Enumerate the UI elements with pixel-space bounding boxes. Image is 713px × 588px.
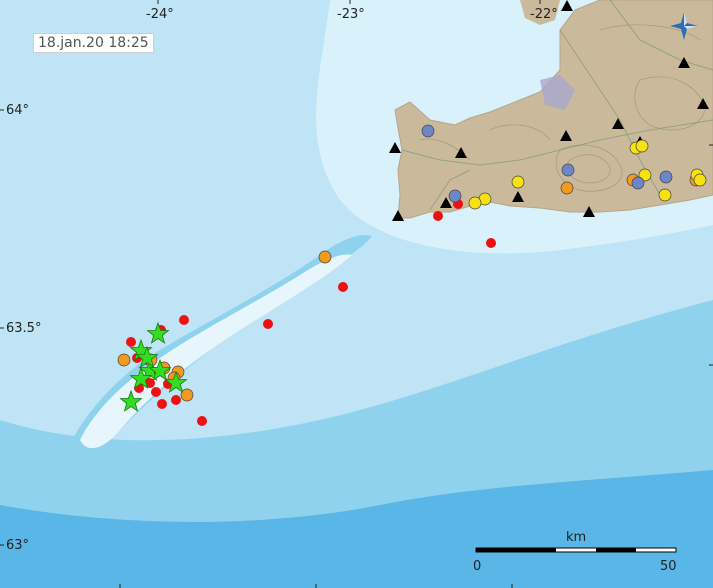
earthquake-marker [318,250,332,264]
earthquake-marker [486,238,496,248]
earthquake-marker [171,395,181,405]
earthquake-marker [561,163,575,177]
earthquake-marker [635,139,649,153]
scale-label: 50 [660,559,677,574]
earthquake-marker [180,388,194,402]
earthquake-marker [117,353,131,367]
earthquake-marker [151,387,161,397]
earthquake-marker [693,173,707,187]
earthquake-marker [631,176,645,190]
lon-label: -24° [146,7,174,22]
earthquake-marker [421,124,435,138]
scale-bar-segment [596,548,636,552]
earthquake-marker [511,175,525,189]
lon-label: -23° [337,7,365,22]
earthquake-marker [126,337,136,347]
map-canvas: -24° -23° -22° 64° 63.5° 63° km 0 50 [0,0,713,588]
earthquake-marker [659,170,673,184]
lat-label: 63° [6,538,29,553]
timestamp: 18.jan.20 18:25 [33,33,154,53]
earthquake-marker [658,188,672,202]
earthquake-map: -24° -23° -22° 64° 63.5° 63° km 0 50 18.… [0,0,713,588]
lat-label: 63.5° [6,321,41,336]
earthquake-marker [433,211,443,221]
earthquake-marker [448,189,462,203]
earthquake-marker [338,282,348,292]
earthquake-marker [179,315,189,325]
scale-label: 0 [473,559,481,574]
earthquake-marker [468,196,482,210]
scale-bar-segment [476,548,556,552]
earthquake-marker [263,319,273,329]
scale-unit: km [566,530,586,545]
lon-label: -22° [530,7,558,22]
lat-label: 64° [6,103,29,118]
earthquake-marker [560,181,574,195]
earthquake-marker [157,399,167,409]
earthquake-marker [197,416,207,426]
